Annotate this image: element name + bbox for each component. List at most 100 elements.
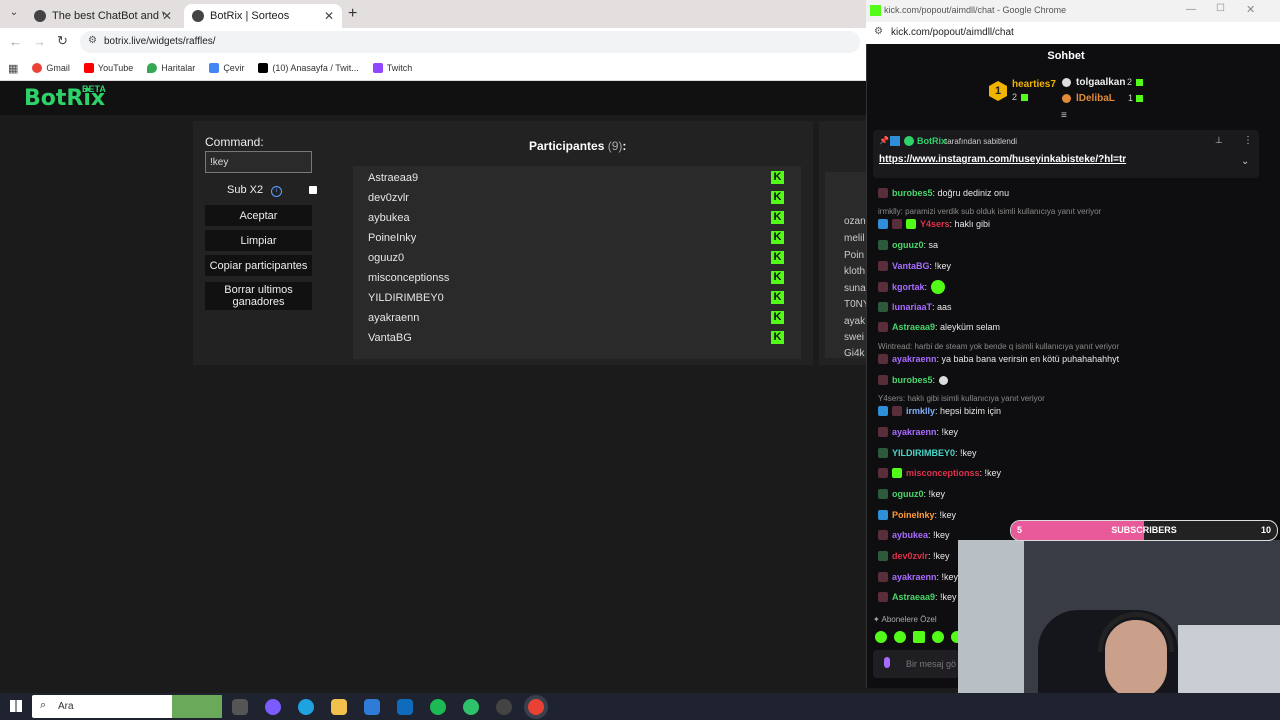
tab-chatbot[interactable]: The best ChatBot and Widgets ✕ bbox=[26, 4, 180, 28]
expand-leaderboard-icon[interactable]: ≡ bbox=[1061, 110, 1067, 121]
file-explorer-icon[interactable] bbox=[331, 699, 347, 715]
mod-badge-icon bbox=[878, 510, 888, 520]
chat-username[interactable]: Astraeaa9 bbox=[892, 592, 935, 602]
apps-grid-icon[interactable]: ▦ bbox=[8, 62, 18, 75]
pinned-link[interactable]: https://www.instagram.com/huseyinkabiste… bbox=[879, 154, 1126, 165]
chat-message[interactable]: VantaBG: !key bbox=[878, 261, 951, 271]
chat-username[interactable]: ayakraenn bbox=[892, 354, 937, 364]
new-tab-button[interactable]: + bbox=[348, 5, 357, 23]
leader-name[interactable]: hearties7 bbox=[1012, 79, 1056, 90]
chat-input[interactable]: Bir mesaj gö bbox=[873, 650, 959, 678]
chat-username[interactable]: oguuz0 bbox=[892, 489, 924, 499]
close-tab-icon[interactable]: ✕ bbox=[324, 9, 334, 23]
copilot-icon[interactable] bbox=[265, 699, 281, 715]
chat-message[interactable]: oguuz0: sa bbox=[878, 240, 938, 250]
chat-username[interactable]: oguuz0 bbox=[892, 240, 924, 250]
edge-icon[interactable] bbox=[298, 699, 314, 715]
chat-username[interactable]: burobes5 bbox=[892, 188, 933, 198]
chat-message[interactable]: ayakraenn: !key bbox=[878, 427, 958, 437]
close-window-icon[interactable]: ✕ bbox=[1246, 3, 1255, 16]
microphone-icon[interactable] bbox=[884, 657, 890, 668]
obs-icon[interactable] bbox=[496, 699, 512, 715]
chat-username[interactable]: irmklly bbox=[906, 406, 935, 416]
forward-icon[interactable]: → bbox=[33, 34, 46, 49]
clear-button[interactable]: Limpiar bbox=[205, 230, 312, 251]
chat-username[interactable]: burobes5 bbox=[892, 375, 933, 385]
chat-message[interactable]: ayakraenn: ya baba bana verirsin en kötü… bbox=[878, 354, 1119, 364]
chat-username[interactable]: VantaBG bbox=[892, 261, 930, 271]
sub-badge-icon bbox=[892, 406, 902, 416]
windows-start-icon[interactable] bbox=[10, 700, 22, 712]
chat-username[interactable]: misconceptionss bbox=[906, 468, 980, 478]
bookmark-youtube[interactable]: YouTube bbox=[83, 63, 133, 73]
chrome-icon[interactable] bbox=[528, 699, 544, 715]
chat-message[interactable]: dev0zvlr: !key bbox=[878, 551, 950, 561]
unpin-icon[interactable]: ⊥ bbox=[1215, 135, 1223, 146]
chat-username[interactable]: aybukea bbox=[892, 530, 928, 540]
chat-username[interactable]: dev0zvlr bbox=[892, 551, 928, 561]
chat-message[interactable]: lunariaaT: aas bbox=[878, 302, 952, 312]
chat-username[interactable]: ayakraenn bbox=[892, 427, 937, 437]
emote-icon[interactable] bbox=[932, 631, 944, 643]
chat-message[interactable]: kgortak: bbox=[878, 280, 946, 294]
globe-icon bbox=[34, 10, 46, 22]
bookmark-twitch[interactable]: Twitch bbox=[372, 63, 412, 73]
chat-message[interactable]: PoineInky: !key bbox=[878, 510, 956, 520]
chat-message[interactable]: aybukea: !key bbox=[878, 530, 950, 540]
leader-name[interactable]: lDelibaL bbox=[1076, 93, 1115, 104]
bookmark-translate[interactable]: Çevir bbox=[209, 63, 244, 73]
chat-username[interactable]: PoineInky bbox=[892, 510, 935, 520]
info-icon[interactable]: i bbox=[271, 186, 282, 197]
emote-icon[interactable] bbox=[913, 631, 925, 643]
outlook-icon[interactable] bbox=[397, 699, 413, 715]
sub-badge-icon bbox=[878, 572, 888, 582]
chat-message[interactable]: YILDIRIMBEY0: !key bbox=[878, 448, 977, 458]
spotify-icon[interactable] bbox=[430, 699, 446, 715]
chat-username[interactable]: YILDIRIMBEY0 bbox=[892, 448, 955, 458]
leader-name[interactable]: tolgaalkan bbox=[1076, 77, 1125, 88]
bookmark-x[interactable]: (10) Anasayfa / Twit... bbox=[258, 63, 359, 73]
chat-message[interactable]: burobes5: bbox=[878, 375, 949, 385]
site-info-icon[interactable]: ⚙ bbox=[88, 35, 97, 46]
chat-message[interactable]: oguuz0: !key bbox=[878, 489, 945, 499]
minimize-icon[interactable]: — bbox=[1186, 4, 1196, 15]
chat-username[interactable]: ayakraenn bbox=[892, 572, 937, 582]
more-options-icon[interactable]: ⋮ bbox=[1243, 135, 1253, 146]
reload-icon[interactable]: ↻ bbox=[57, 33, 68, 49]
store-icon[interactable] bbox=[364, 699, 380, 715]
site-settings-icon[interactable]: ⚙ bbox=[874, 26, 883, 37]
taskbar-search[interactable]: ⌕ Ara bbox=[32, 695, 222, 718]
pinned-by-name[interactable]: BotRix bbox=[917, 136, 946, 146]
copy-participants-button[interactable]: Copiar participantes bbox=[205, 255, 312, 276]
chat-message[interactable]: burobes5: doğru dediniz onu bbox=[878, 188, 1009, 198]
participants-count: (9) bbox=[607, 139, 623, 153]
chat-message[interactable]: irmklly: hepsi bizim için bbox=[878, 406, 1001, 416]
tab-search-chevron-icon[interactable]: ⌄ bbox=[6, 7, 22, 23]
task-view-icon[interactable] bbox=[232, 699, 248, 715]
chat-username[interactable]: kgortak bbox=[892, 282, 925, 292]
chat-message[interactable]: Y4sers: haklı gibi bbox=[878, 219, 990, 229]
chat-username[interactable]: lunariaaT bbox=[892, 302, 932, 312]
bookmark-gmail[interactable]: Gmail bbox=[32, 63, 70, 73]
bookmark-maps[interactable]: Haritalar bbox=[147, 63, 195, 73]
command-input[interactable] bbox=[205, 151, 312, 173]
sub-x2-checkbox[interactable] bbox=[309, 186, 317, 194]
delete-winners-button[interactable]: Borrar ultimos ganadores bbox=[205, 282, 312, 310]
collapse-chevron-icon[interactable]: ⌄ bbox=[1241, 156, 1249, 167]
accept-button[interactable]: Aceptar bbox=[205, 205, 312, 226]
maximize-icon[interactable]: ☐ bbox=[1216, 3, 1225, 14]
back-icon[interactable]: ← bbox=[9, 34, 22, 49]
close-tab-icon[interactable]: ✕ bbox=[162, 9, 172, 23]
emote-icon[interactable] bbox=[875, 631, 887, 643]
tab-botrix-sorteos[interactable]: BotRix | Sorteos ✕ bbox=[184, 4, 342, 28]
chat-message[interactable]: Astraeaa9: !key bbox=[878, 592, 957, 602]
chat-message[interactable]: Astraeaa9: aleyküm selam bbox=[878, 322, 1000, 332]
telegram-icon[interactable] bbox=[463, 699, 479, 715]
chat-username[interactable]: Astraeaa9 bbox=[892, 322, 935, 332]
chat-message[interactable]: misconceptionss: !key bbox=[878, 468, 1001, 478]
chat-text: : !key bbox=[936, 427, 959, 437]
emote-icon[interactable] bbox=[894, 631, 906, 643]
url-field[interactable]: ⚙ botrix.live/widgets/raffles/ bbox=[80, 31, 860, 53]
chat-message[interactable]: ayakraenn: !key bbox=[878, 572, 958, 582]
chat-username[interactable]: Y4sers bbox=[920, 219, 950, 229]
